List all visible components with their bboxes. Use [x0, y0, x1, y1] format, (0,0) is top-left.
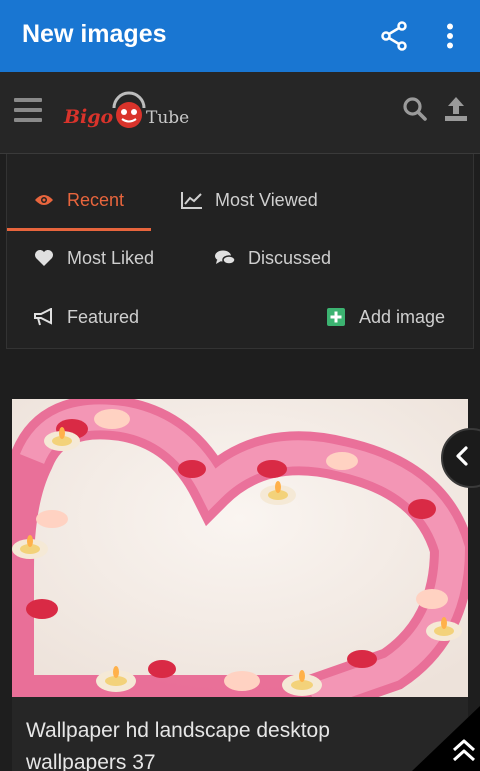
- add-image-label: Add image: [359, 306, 446, 327]
- image-card[interactable]: Wallpaper hd landscape desktop wallpaper…: [12, 399, 468, 771]
- heart-icon: [33, 247, 55, 269]
- eye-icon: [33, 189, 55, 211]
- share-icon[interactable]: [378, 20, 410, 52]
- hamburger-icon[interactable]: [14, 98, 42, 122]
- logo-text-left: Bigo: [64, 106, 114, 128]
- tab-discussed[interactable]: Discussed: [214, 238, 331, 278]
- tab-featured[interactable]: Featured: [33, 297, 139, 337]
- app-bar-title: New images: [22, 20, 167, 48]
- image-title[interactable]: Wallpaper hd landscape desktop wallpaper…: [26, 715, 426, 771]
- image-tabs-panel: Recent Most Viewed Most Liked Discussed …: [6, 154, 474, 349]
- app-bar: New images: [0, 0, 480, 72]
- tab-featured-label: Featured: [67, 306, 140, 327]
- add-square-icon: [325, 306, 347, 328]
- tab-most-liked-label: Most Liked: [67, 247, 155, 268]
- tab-most-viewed[interactable]: Most Viewed: [181, 180, 318, 220]
- add-image-button[interactable]: Add image: [325, 297, 445, 337]
- logo-text-right: Tube: [146, 108, 190, 128]
- active-tab-indicator: [7, 228, 151, 231]
- line-chart-icon: [181, 189, 203, 211]
- upload-icon[interactable]: [441, 94, 471, 124]
- site-header: Bigo Tube: [0, 72, 480, 154]
- tab-recent-label: Recent: [67, 189, 125, 210]
- tab-recent[interactable]: Recent: [33, 180, 124, 220]
- scroll-to-top-button[interactable]: [412, 706, 480, 771]
- tab-discussed-label: Discussed: [248, 247, 332, 268]
- tab-most-viewed-label: Most Viewed: [215, 189, 318, 210]
- wallpaper-thumbnail[interactable]: [12, 399, 468, 697]
- chevron-left-icon: [455, 445, 469, 471]
- search-icon[interactable]: [400, 94, 430, 124]
- logo-emblem-icon: [112, 91, 146, 128]
- bullhorn-icon: [33, 306, 55, 328]
- comments-icon: [214, 247, 236, 269]
- site-logo[interactable]: Bigo Tube: [62, 84, 192, 140]
- tab-most-liked[interactable]: Most Liked: [33, 238, 154, 278]
- more-vert-icon[interactable]: [434, 20, 466, 52]
